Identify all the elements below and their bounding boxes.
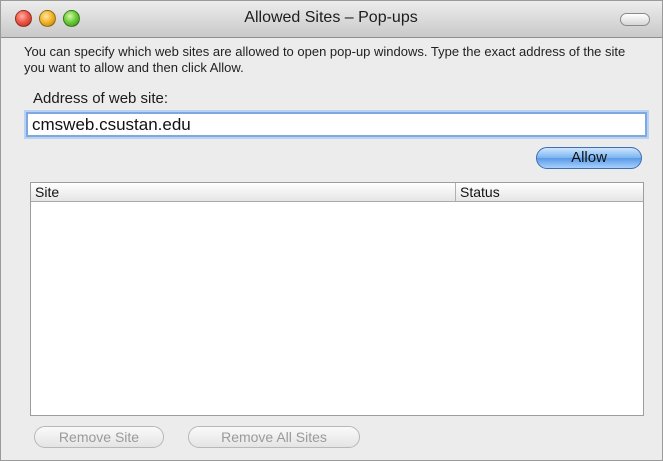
allowed-sites-table[interactable]: Site Status xyxy=(30,182,644,416)
zoom-window-button[interactable] xyxy=(63,10,80,27)
remove-site-button[interactable]: Remove Site xyxy=(34,426,164,448)
dialog-description: You can specify which web sites are allo… xyxy=(24,44,626,75)
close-window-button[interactable] xyxy=(15,10,32,27)
minimize-window-button[interactable] xyxy=(39,10,56,27)
address-label: Address of web site: xyxy=(33,90,169,107)
address-input[interactable] xyxy=(26,112,647,137)
column-divider[interactable] xyxy=(455,183,456,201)
toolbar-toggle-button[interactable] xyxy=(620,13,650,26)
table-header: Site Status xyxy=(31,183,643,202)
column-header-site[interactable]: Site xyxy=(35,184,59,200)
allowed-sites-dialog: Allowed Sites – Pop-ups You can specify … xyxy=(0,0,663,461)
remove-all-sites-button[interactable]: Remove All Sites xyxy=(188,426,360,448)
allow-button[interactable]: Allow xyxy=(536,147,642,169)
title-bar[interactable]: Allowed Sites – Pop-ups xyxy=(1,1,662,38)
window-title: Allowed Sites – Pop-ups xyxy=(244,9,418,26)
column-header-status[interactable]: Status xyxy=(460,184,500,200)
